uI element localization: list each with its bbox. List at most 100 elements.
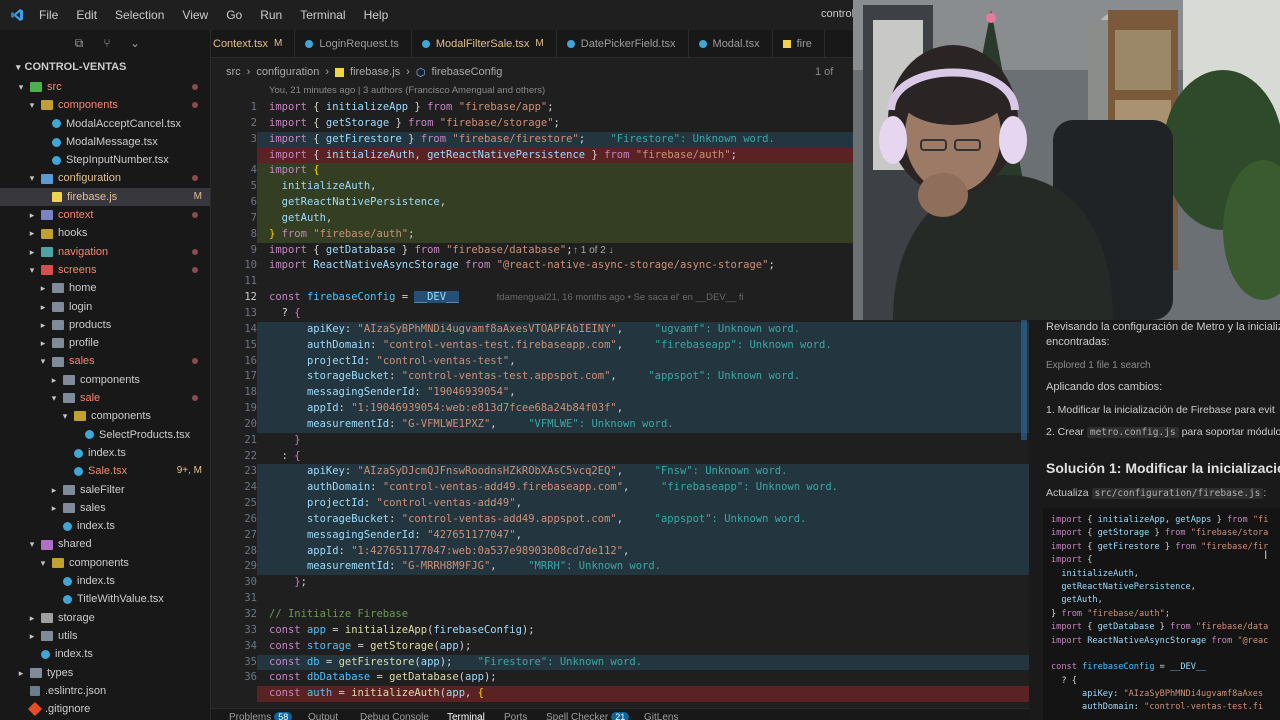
chat-actualiza: Actualiza src/configuration/firebase.js: — [1046, 487, 1266, 499]
code-line[interactable]: 28 appId: "1:427651177047:web:0a537e9890… — [211, 543, 1029, 560]
tree-item[interactable]: ▸ context — [0, 206, 210, 224]
code-line[interactable]: 18 messagingSenderId: "19046939054", — [211, 385, 1029, 402]
code-line[interactable]: 14 apiKey: "AIzaSyBPhMNDi4ugvamf8aAxesVT… — [211, 321, 1029, 338]
tab-gitlens[interactable]: GitLens — [644, 712, 678, 720]
breadcrumb-file[interactable]: firebase.js — [350, 66, 400, 78]
tree-item[interactable]: ▾ src — [0, 78, 210, 96]
breadcrumb-symbol[interactable]: firebaseConfig — [431, 66, 502, 78]
tree-item[interactable]: Sale.tsx 9+, M — [0, 462, 210, 480]
code-line[interactable]: 35 const db = getFirestore(app); "Firesto… — [211, 654, 1029, 671]
tree-item[interactable]: .gitignore — [0, 700, 210, 718]
code-line[interactable]: 31 — [211, 591, 1029, 607]
tree-item[interactable]: index.ts — [0, 645, 210, 663]
tab-label: LoginRequest.ts — [319, 38, 399, 50]
branch-icon[interactable]: ⑂ — [100, 36, 114, 50]
code-line[interactable]: 22 : { — [211, 449, 1029, 465]
change-navigator[interactable]: ↑ 1 of 2 ↓ — [573, 245, 614, 256]
tree-item[interactable]: ▾ components — [0, 96, 210, 114]
chevron-down-icon[interactable]: ⌄ — [128, 36, 142, 50]
tree-item[interactable]: index.ts — [0, 572, 210, 590]
tree-item[interactable]: SelectProducts.tsx — [0, 426, 210, 444]
menu-selection[interactable]: Selection — [106, 0, 173, 30]
tree-item[interactable]: StepInputNumber.tsx — [0, 151, 210, 169]
code-line[interactable]: 19 appId: "1:19046939054:web:e813d7fcee6… — [211, 401, 1029, 417]
tree-item[interactable]: ModalAcceptCancel.tsx — [0, 115, 210, 133]
tab-ports[interactable]: Ports — [504, 712, 527, 720]
tree-item[interactable]: .eslintrc.json — [0, 682, 210, 700]
tree-item[interactable]: ▾ shared — [0, 535, 210, 553]
tree-item[interactable]: ▸ hooks — [0, 224, 210, 242]
code-line[interactable]: 33 const app = initializeApp(firebaseConf… — [211, 623, 1029, 639]
code-line[interactable]: 26 storageBucket: "control-ventas-add49.… — [211, 511, 1029, 528]
code-line[interactable]: 27 messagingSenderId: "427651177047", — [211, 527, 1029, 544]
tree-item[interactable]: ▾ components — [0, 407, 210, 425]
tree-item[interactable]: ▸ products — [0, 316, 210, 334]
tab-terminal[interactable]: Terminal — [447, 712, 485, 720]
tree-item[interactable]: ▾ components — [0, 554, 210, 572]
editor-tab[interactable]: LoginRequest.ts — [295, 30, 412, 57]
code-line[interactable]: 23 apiKey: "AIzaSyDJcmQJFnswRoodnsHZkROb… — [211, 464, 1029, 481]
code-line[interactable]: const auth = initializeAuth(app, { — [211, 686, 1029, 703]
tree-item[interactable]: ▾ screens — [0, 261, 210, 279]
code-line[interactable]: 16 projectId: "control-ventas-test", — [211, 353, 1029, 370]
breadcrumb-src[interactable]: src — [226, 66, 241, 78]
copy-icon[interactable]: ⧉ — [72, 36, 86, 50]
code-line[interactable]: 30 }; — [211, 575, 1029, 591]
menu-terminal[interactable]: Terminal — [291, 0, 354, 30]
line-number: 31 — [244, 592, 257, 605]
scrollbar-thumb[interactable] — [1021, 320, 1027, 440]
code-line[interactable]: 20 measurementId: "G-VFMLWE1PXZ", "VFMLW… — [211, 416, 1029, 433]
menu-view[interactable]: View — [173, 0, 217, 30]
code-line[interactable]: 17 storageBucket: "control-ventas-test.a… — [211, 369, 1029, 386]
tree-item[interactable]: ModalMessage.tsx — [0, 133, 210, 151]
breadcrumb-configuration[interactable]: configuration — [256, 66, 319, 78]
tab-output[interactable]: Output — [308, 712, 338, 720]
editor-tab[interactable]: fire — [773, 30, 825, 57]
tree-item[interactable]: ▾ sale — [0, 389, 210, 407]
tree-item[interactable]: ▸ storage — [0, 609, 210, 627]
tab-spell-checker[interactable]: Spell Checker 21 — [546, 712, 630, 720]
chat-explored[interactable]: Explored 1 file 1 search — [1046, 360, 1151, 371]
line-number: 4 — [250, 164, 257, 177]
explorer-root[interactable]: ▾ CONTROL-VENTAS — [0, 56, 210, 78]
code-line[interactable]: 25 projectId: "control-ventas-add49", — [211, 496, 1029, 512]
editor-tab[interactable]: ModalFilterSale.tsx M — [412, 30, 557, 57]
tree-item[interactable]: TitleWithValue.tsx — [0, 590, 210, 608]
code-line[interactable]: 29 measurementId: "G-MRRH8M9FJG", "MRRH"… — [211, 559, 1029, 576]
current-line-blame[interactable]: fdamengual21, 16 months ago • Se saca el… — [497, 292, 744, 303]
tree-item[interactable]: ▾ configuration — [0, 169, 210, 187]
editor-tab[interactable]: DatePickerField.tsx — [557, 30, 689, 57]
tree-item[interactable]: ▸ types — [0, 664, 210, 682]
menu-help[interactable]: Help — [355, 0, 398, 30]
line-number: 13 — [244, 306, 257, 319]
menu-go[interactable]: Go — [217, 0, 251, 30]
tree-item[interactable]: ▸ profile — [0, 334, 210, 352]
code-line[interactable]: 24 authDomain: "control-ventas-add49.fir… — [211, 480, 1029, 497]
tree-item[interactable]: ▸ login — [0, 298, 210, 316]
code-line[interactable]: 36 const dbDatabase = getDatabase(app); — [211, 670, 1029, 686]
editor-tab[interactable]: Context.tsx M — [211, 30, 296, 57]
arrow-down-icon[interactable]: ↓ — [609, 245, 614, 256]
menu-edit[interactable]: Edit — [67, 0, 106, 30]
code-line[interactable]: 32 // Initialize Firebase — [211, 607, 1029, 623]
tree-item[interactable]: firebase.js M — [0, 187, 210, 207]
arrow-up-icon[interactable]: ↑ — [573, 245, 578, 256]
tab-problems[interactable]: Problems 58 — [229, 712, 293, 720]
tree-item[interactable]: ▾ sales — [0, 352, 210, 370]
tree-item[interactable]: ▸ saleFilter — [0, 481, 210, 499]
tab-debug-console[interactable]: Debug Console — [360, 712, 429, 720]
tree-item[interactable]: ▸ sales — [0, 499, 210, 517]
line-number: 17 — [244, 370, 257, 383]
tree-item[interactable]: ▸ utils — [0, 627, 210, 645]
editor-tab[interactable]: Modal.tsx — [689, 30, 773, 57]
tree-item[interactable]: index.ts — [0, 444, 210, 462]
tree-item[interactable]: ▸ home — [0, 279, 210, 297]
tree-item[interactable]: ▸ components — [0, 371, 210, 389]
tree-item[interactable]: index.ts — [0, 517, 210, 535]
code-line[interactable]: 15 authDomain: "control-ventas-test.fire… — [211, 337, 1029, 354]
menu-run[interactable]: Run — [251, 0, 291, 30]
tree-item[interactable]: ▸ navigation — [0, 243, 210, 261]
code-line[interactable]: 21 } — [211, 433, 1029, 449]
menu-file[interactable]: File — [30, 0, 67, 30]
code-line[interactable]: 34 const storage = getStorage(app); — [211, 639, 1029, 655]
